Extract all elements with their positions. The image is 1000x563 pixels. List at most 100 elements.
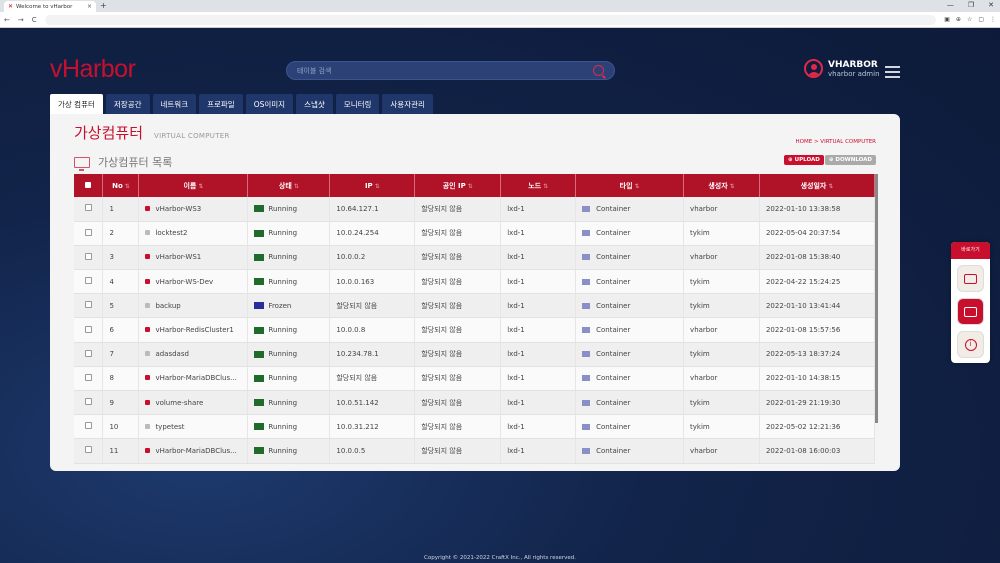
table-row[interactable]: 1 vHarbor-WS3 Running 10.64.127.1 할당되지 않음 lxd… <box>74 197 876 222</box>
browser-tab[interactable]: ✕ Welcome to vHarbor × <box>4 1 96 12</box>
search-input[interactable] <box>297 66 593 75</box>
row-checkbox[interactable] <box>74 438 104 464</box>
table-row[interactable]: 5 backup Frozen 할당되지 않음 할당되지 않음 lxd-1 Containe… <box>74 293 876 319</box>
container-icon <box>582 278 591 285</box>
cell-name[interactable]: vHarbor-WS-Dev <box>138 269 249 295</box>
col-node[interactable]: 노드 ⇅ <box>500 174 577 197</box>
quick-console-button[interactable] <box>957 265 984 292</box>
console-icon <box>964 273 977 284</box>
tab-virtual-computer[interactable]: 가상 컴퓨터 <box>50 94 103 114</box>
maximize-icon[interactable]: ❐ <box>968 1 974 9</box>
footer-copyright: Copyright © 2021-2022 CraftX Inc., All r… <box>424 555 576 561</box>
table-row[interactable]: 9 volume-share Running 10.0.51.142 할당되지 않음 lx… <box>74 390 876 416</box>
quick-info-button[interactable]: i <box>957 331 984 358</box>
upload-button[interactable]: ⊕ UPLOAD <box>784 155 824 165</box>
search-icon[interactable] <box>593 65 604 76</box>
container-icon <box>582 351 591 358</box>
tab-os-image[interactable]: OS이미지 <box>245 94 294 114</box>
user-info[interactable]: VHARBOR vharbor admin <box>804 59 880 78</box>
tab-storage[interactable]: 저장공간 <box>105 94 150 114</box>
breadcrumb[interactable]: HOME > VIRTUAL COMPUTER <box>796 139 876 145</box>
row-checkbox[interactable] <box>74 390 104 416</box>
page-subtitle: VIRTUAL COMPUTER <box>154 132 230 140</box>
cell-name[interactable]: vHarbor-MariaDBClus... <box>138 366 249 392</box>
lock-icon <box>145 375 151 381</box>
col-no[interactable]: No ⇅ <box>102 174 140 197</box>
select-all-checkbox[interactable] <box>74 174 104 197</box>
hamburger-menu-icon[interactable] <box>885 66 900 78</box>
col-public-ip[interactable]: 공인 IP ⇅ <box>414 174 502 197</box>
reload-icon[interactable]: C <box>32 16 37 24</box>
cell-name[interactable]: volume-share <box>138 390 249 416</box>
table-row[interactable]: 8 vHarbor-MariaDBClus... Running 할당되지 않음 할당되… <box>74 366 876 392</box>
cell-ip: 할당되지 않음 <box>329 366 416 392</box>
cell-name[interactable]: vHarbor-WS3 <box>138 197 249 222</box>
cell-ip: 10.234.78.1 <box>329 342 416 367</box>
cell-node: lxd-1 <box>500 317 577 343</box>
tab-user-management[interactable]: 사용자관리 <box>382 94 433 114</box>
user-role: vharbor admin <box>828 69 880 78</box>
table-scrollbar[interactable] <box>875 174 878 423</box>
cell-status: Running <box>247 414 331 440</box>
table-row[interactable]: 10 typetest Running 10.0.31.212 할당되지 않음 lxd-1… <box>74 414 876 440</box>
minimize-icon[interactable]: — <box>947 1 954 9</box>
cell-status: Running <box>247 221 331 246</box>
cell-name[interactable]: vHarbor-MariaDBClus... <box>138 438 249 464</box>
row-checkbox[interactable] <box>74 317 104 343</box>
lock-icon <box>145 351 151 357</box>
col-ip[interactable]: IP ⇅ <box>329 174 416 197</box>
extension-icon[interactable]: ▣ <box>944 16 950 23</box>
cell-node: lxd-1 <box>500 438 577 464</box>
cell-ip: 10.0.0.163 <box>329 269 416 295</box>
row-checkbox[interactable] <box>74 366 104 392</box>
user-name: VHARBOR <box>828 59 878 70</box>
row-checkbox[interactable] <box>74 197 104 222</box>
back-icon[interactable]: ← <box>4 16 10 24</box>
cell-creator: vharbor <box>683 245 760 271</box>
tab-snapshot[interactable]: 스냅샷 <box>296 94 333 114</box>
row-checkbox[interactable] <box>74 414 104 440</box>
tab-monitoring[interactable]: 모니터링 <box>335 94 380 114</box>
row-checkbox[interactable] <box>74 293 104 319</box>
quick-dashboard-button[interactable] <box>957 298 984 325</box>
cell-name[interactable]: backup <box>138 293 249 319</box>
tab-close-icon[interactable]: × <box>87 3 92 10</box>
row-checkbox[interactable] <box>74 342 104 367</box>
forward-icon[interactable]: → <box>18 16 24 24</box>
table-row[interactable]: 6 vHarbor-RedisCluster1 Running 10.0.0.8 할당되… <box>74 317 876 343</box>
cell-name[interactable]: locktest2 <box>138 221 249 246</box>
quick-menu-title: 바로가기 <box>951 242 990 259</box>
extension-icon[interactable]: ▢ <box>978 16 984 23</box>
extension-icon[interactable]: ⊕ <box>956 16 961 23</box>
row-checkbox[interactable] <box>74 269 104 295</box>
extension-icon[interactable]: ☆ <box>967 16 972 23</box>
cell-name[interactable]: vHarbor-WS1 <box>138 245 249 271</box>
table-row[interactable]: 7 adasdasd Running 10.234.78.1 할당되지 않음 lxd-1 C… <box>74 342 876 367</box>
col-name[interactable]: 이름 ⇅ <box>138 174 249 197</box>
col-status[interactable]: 상태 ⇅ <box>247 174 331 197</box>
new-tab-button[interactable]: + <box>100 1 107 10</box>
download-button[interactable]: ⊕ DOWNLOAD <box>824 155 876 165</box>
col-type[interactable]: 타입 ⇅ <box>575 174 685 197</box>
cell-type: Container <box>575 366 685 392</box>
cell-public-ip: 할당되지 않음 <box>414 221 502 246</box>
table-row[interactable]: 4 vHarbor-WS-Dev Running 10.0.0.163 할당되지 않음 l… <box>74 269 876 295</box>
cell-name[interactable]: typetest <box>138 414 249 440</box>
address-bar[interactable] <box>44 14 937 25</box>
cell-no: 3 <box>102 245 140 271</box>
cell-name[interactable]: adasdasd <box>138 342 249 367</box>
table-row[interactable]: 11 vHarbor-MariaDBClus... Running 10.0.0.5 할… <box>74 438 876 464</box>
tab-network[interactable]: 네트워크 <box>152 94 197 114</box>
close-window-icon[interactable]: ✕ <box>988 1 994 9</box>
menu-dots-icon[interactable]: ⋮ <box>990 16 996 23</box>
table-row[interactable]: 2 locktest2 Running 10.0.24.254 할당되지 않음 lxd-1… <box>74 221 876 246</box>
tab-profile[interactable]: 프로파일 <box>199 94 243 114</box>
col-created[interactable]: 생성일자 ⇅ <box>759 174 876 197</box>
cell-created: 2022-01-10 13:38:58 <box>759 197 876 222</box>
row-checkbox[interactable] <box>74 221 104 246</box>
table-row[interactable]: 3 vHarbor-WS1 Running 10.0.0.2 할당되지 않음 lxd-1 C… <box>74 245 876 271</box>
app-logo[interactable]: vHarbor <box>50 55 136 84</box>
col-creator[interactable]: 생성자 ⇅ <box>683 174 760 197</box>
row-checkbox[interactable] <box>74 245 104 271</box>
cell-name[interactable]: vHarbor-RedisCluster1 <box>138 317 249 343</box>
